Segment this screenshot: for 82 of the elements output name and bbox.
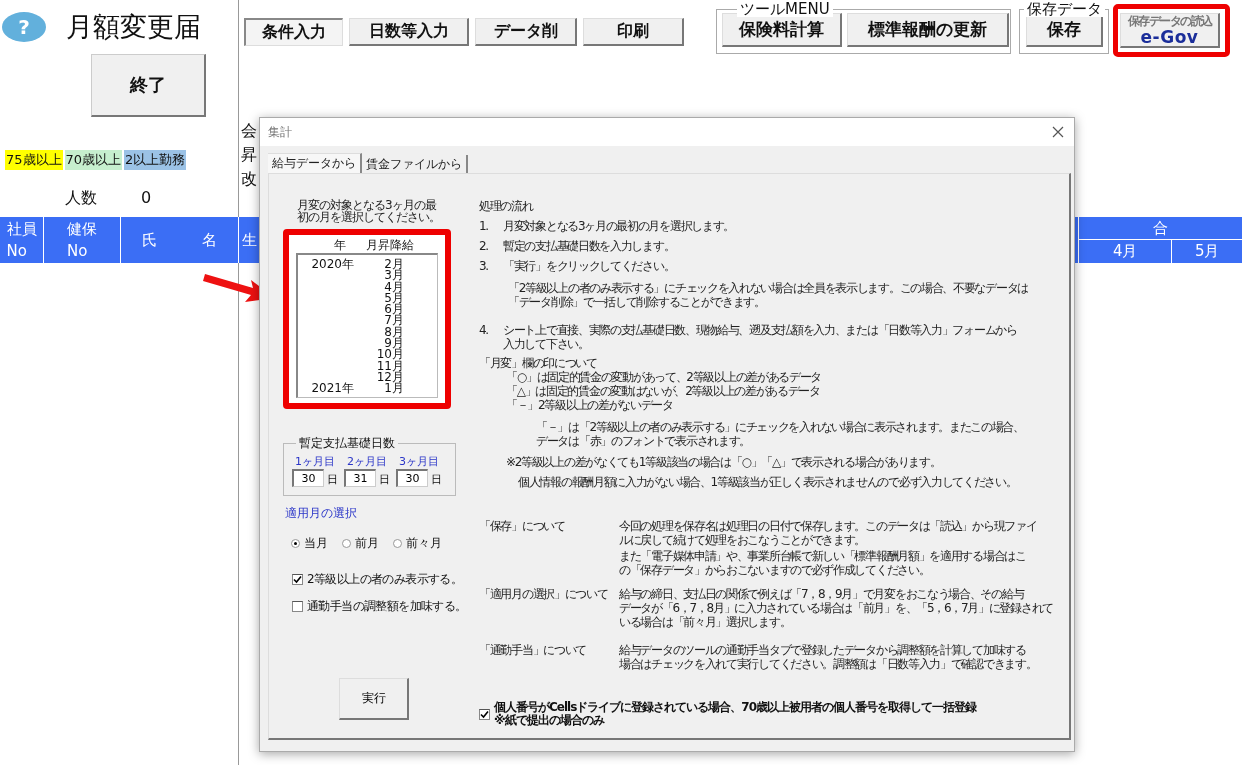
section-text: また「電子媒体申請」や、事業所台帳で新しい「標準報酬月額」を適用する場合はこ の「保存データ」からおこないますので必ず作成してください。	[619, 549, 1027, 577]
month-listbox[interactable]: 2020年 2月 3月 4月 5月 6月 7月 8月 9月 10月 11月 12月 2021年 1月	[296, 253, 438, 398]
sheet-label: 昇	[241, 144, 257, 166]
tab[interactable]: 給与データから	[268, 153, 362, 173]
checkbox[interactable]	[292, 573, 303, 585]
checkbox-option[interactable]: 2等級以上の者のみ表示する。	[292, 570, 473, 588]
field-label: 適用月の選択	[284, 504, 358, 522]
dialog-title: 集計	[268, 123, 292, 141]
list-month[interactable]: 2月	[384, 257, 404, 271]
menu-button[interactable]: 標準報酬の更新	[847, 13, 1009, 47]
run-button[interactable]: 実行	[339, 677, 409, 720]
column-header: 社員 No	[0, 217, 44, 263]
field-label: 3ヶ月目	[399, 453, 439, 469]
checkbox-option[interactable]: 通勤手当の調整額を加味する。	[292, 597, 473, 615]
checkbox[interactable]	[292, 600, 303, 612]
days-field[interactable]: 30	[292, 468, 324, 487]
check-icon	[480, 709, 489, 719]
section-title: 「通勤手当」について	[479, 643, 587, 659]
radio-option[interactable]: 当月	[291, 534, 328, 552]
section-text: 給与データのツールの通勤手当タブで登録したデータから調整額を計算して加味する 場合はチェックを入れて実行してください。調整額は「日数等入力」で確認できます。	[619, 643, 1037, 671]
group-label: ツールMENU	[737, 2, 833, 17]
list-header: 月昇降給	[365, 238, 414, 253]
step-number: 1.	[479, 219, 489, 233]
column-header: 健保 No	[44, 217, 121, 263]
step-text: 月変対象となる3ヶ月の最初の月を選択します。	[503, 219, 735, 233]
section-title: 「適用月の選択」について	[479, 587, 609, 603]
legend-label: 2以上勤務	[124, 150, 187, 170]
list-year: 2021年	[311, 381, 354, 396]
column-header: 5月	[1193, 241, 1221, 262]
headcount-value: 0	[141, 188, 152, 209]
step-text: 「実行」をクリックしてください。	[503, 259, 675, 273]
exit-button[interactable]: 終了	[91, 54, 206, 117]
sheet-label: 会	[241, 120, 257, 142]
checkbox-option[interactable]: 個人番号がCellsドライブに登録されている場合、70歳以上被用者の個人番号を取得して一括登録 ※紙で提出の場合のみ	[479, 701, 1069, 727]
legend-label: 70歳以上	[64, 150, 123, 170]
step-text: 暫定の支払基礎日数を入力します。	[503, 239, 675, 253]
step-number: 4.	[479, 323, 489, 339]
unit-label: 日	[431, 471, 442, 487]
headcount-label: 人数	[65, 188, 97, 209]
unit-label: 日	[379, 471, 390, 487]
checkbox[interactable]	[479, 708, 490, 720]
column-header: 4月	[1079, 240, 1173, 263]
remark-text: ※2等級以上の差がなくても1等級該当の場合は「○」「△」で表示される場合があります。	[506, 455, 941, 469]
section-text: 今回の処理を保存名は処理日の日付で保存します。このデータは「読込」から現ファイ ルに戻して続けて処理をおこなうことができます。	[619, 519, 1037, 547]
note-text: 「－」は「2等級以上の者のみ表示する」にチェックを入れない場合に表示されます。またこの場合、 データは「赤」のフォントで表示されます。	[536, 420, 1024, 448]
field-label: 1ヶ月目	[295, 453, 335, 469]
mark-text: 「△」は固定的賃金の変動はないが、2等級以上の差があるデータ	[506, 384, 820, 398]
list-month[interactable]: 1月	[384, 381, 404, 396]
instruction-text: 月変の対象となる3ヶ月の最 初の月を選択してください。	[296, 199, 441, 223]
unit-label: 日	[327, 471, 338, 487]
toolbar-button[interactable]: 日数等入力	[349, 18, 469, 46]
toolbar-button[interactable]: 条件入力	[244, 18, 343, 46]
toolbar-button[interactable]: データ削	[475, 18, 577, 46]
field-label: 2ヶ月目	[347, 453, 387, 469]
column-header: 氏 名	[121, 217, 239, 263]
step-number: 3.	[479, 259, 489, 273]
remark-text: 個人情報の報酬月額に入力がない場合、1等級該当が正しく表示されませんので必ず入力してください。	[518, 475, 1017, 489]
group-label: 保存データ	[1024, 2, 1105, 17]
mark-text: 「○」は固定的賃金の変動があって、2等級以上の差があるデータ	[506, 370, 822, 384]
section-title: 「保存」について	[479, 519, 566, 535]
mark-text: 「－」2等級以上の差がないデータ	[506, 398, 673, 412]
check-icon	[293, 574, 302, 584]
radio-option[interactable]: 前々月	[393, 534, 442, 552]
column-header: 合	[1079, 217, 1242, 240]
days-field[interactable]: 30	[396, 468, 428, 487]
section-heading: 処理の流れ	[479, 199, 533, 213]
step-text: シート上で直接、実際の支払基礎日数、現物給与、遡及支払額を入力、または「日数等入力」フォームから 入力して下さい。	[503, 323, 1017, 351]
page-title: 月額変更届	[66, 10, 201, 44]
section-text: 給与の締日、支払日の関係で例えば「7，8，9月」で月変をおこなう場合、その給与 データが「6，7，8月」に入力されている場合は「前月」を、「5，6，7月」に登録されて いる場合は「前々月」選択します。	[619, 587, 1053, 629]
list-header: 年	[333, 238, 346, 253]
days-field[interactable]: 31	[344, 468, 376, 487]
sheet-label: 改	[241, 168, 257, 190]
load-data-button[interactable]: 保存データの読込 e-Gov	[1120, 13, 1220, 48]
note-text: 「2等級以上の者のみ表示する」にチェックを入れない場合は全員を表示します。この場合、不要なデータは 「データ削除」で一括して削除することができます。	[508, 281, 1028, 309]
group-label: 暫定支払基礎日数	[298, 434, 396, 452]
step-number: 2.	[479, 239, 489, 253]
radio-option[interactable]: 前月	[342, 534, 379, 552]
toolbar-button[interactable]: 印刷	[583, 18, 684, 46]
section-heading: 「月変」欄の印について	[479, 356, 597, 370]
legend-label: 75歳以上	[5, 150, 63, 170]
list-year: 2020年	[311, 257, 354, 271]
close-button[interactable]	[1052, 126, 1064, 138]
